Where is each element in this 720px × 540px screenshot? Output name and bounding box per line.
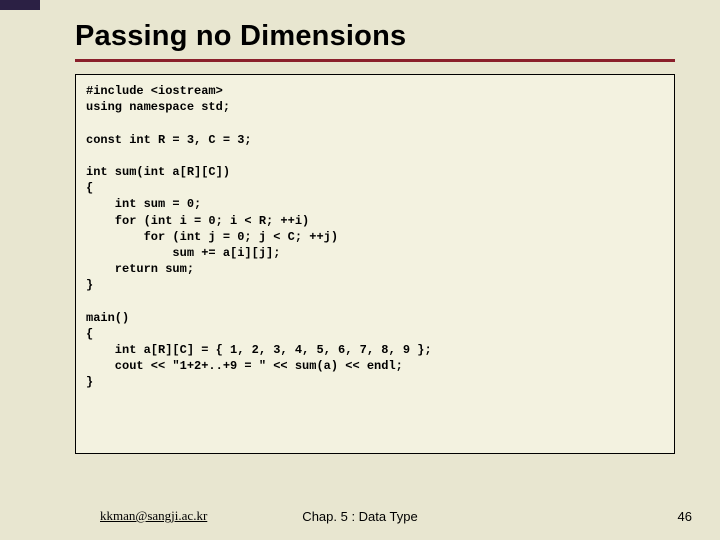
- slide-title: Passing no Dimensions: [75, 20, 675, 62]
- slide-footer: kkman@sangji.ac.kr Chap. 5 : Data Type 4…: [0, 508, 720, 524]
- footer-chapter: Chap. 5 : Data Type: [302, 509, 417, 524]
- corner-mark: [0, 0, 40, 10]
- slide-content: Passing no Dimensions #include <iostream…: [75, 20, 675, 454]
- footer-page-number: 46: [678, 509, 692, 524]
- footer-email: kkman@sangji.ac.kr: [100, 508, 207, 524]
- code-block: #include <iostream> using namespace std;…: [75, 74, 675, 454]
